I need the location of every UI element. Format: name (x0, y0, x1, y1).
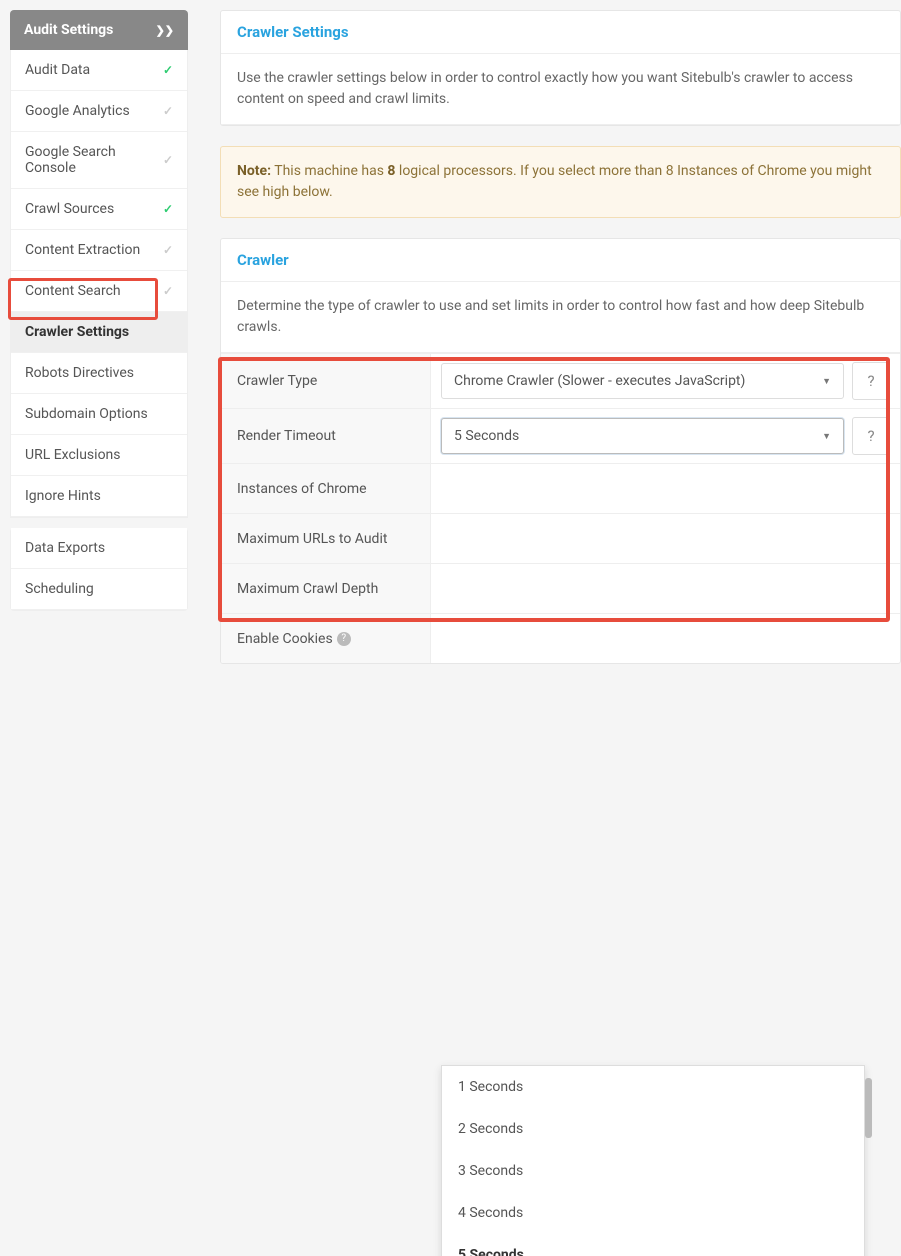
crawler-panel-title: Crawler (221, 239, 900, 282)
sidebar-item-label: Audit Data (25, 62, 90, 78)
sidebar-item-label: Google Analytics (25, 103, 130, 119)
sidebar-list-secondary: Data Exports Scheduling (10, 528, 188, 611)
sidebar-header[interactable]: Audit Settings ❯❯ (10, 10, 188, 50)
check-icon: ✓ (163, 63, 173, 77)
sidebar-item-label: Crawl Sources (25, 201, 114, 217)
sidebar-item-label: Subdomain Options (25, 406, 148, 422)
caret-down-icon: ▼ (822, 376, 831, 387)
sidebar-item-label: Content Search (25, 283, 121, 299)
panel-title: Crawler Settings (221, 11, 900, 54)
sidebar-header-label: Audit Settings (24, 22, 113, 38)
help-button[interactable]: ? (852, 362, 890, 400)
dropdown-item[interactable]: 4 Seconds (442, 1192, 864, 1234)
check-icon: ✓ (163, 284, 173, 298)
row-max-depth: Maximum Crawl Depth (221, 563, 900, 613)
dropdown-render-timeout[interactable]: 1 Seconds2 Seconds3 Seconds4 Seconds5 Se… (441, 1065, 865, 1256)
dropdown-item[interactable]: 2 Seconds (442, 1108, 864, 1150)
select-value: Chrome Crawler (Slower - executes JavaSc… (454, 373, 745, 389)
sidebar-item[interactable]: Data Exports (11, 528, 187, 569)
label-instances: Instances of Chrome (221, 464, 431, 513)
sidebar-item-label: Data Exports (25, 540, 105, 556)
sidebar-item-label: Crawler Settings (25, 324, 129, 340)
dropdown-item[interactable]: 5 Seconds (442, 1234, 864, 1256)
sidebar: Audit Settings ❯❯ Audit Data✓Google Anal… (0, 0, 198, 664)
row-instances: Instances of Chrome (221, 463, 900, 513)
row-max-urls: Maximum URLs to Audit (221, 513, 900, 563)
sidebar-item[interactable]: Audit Data ✓ (11, 50, 187, 91)
note-prefix: Note: (237, 163, 271, 179)
sidebar-item[interactable]: URL Exclusions (11, 435, 187, 476)
note-text-a: This machine has (271, 163, 387, 179)
label-max-depth: Maximum Crawl Depth (221, 564, 431, 613)
row-cookies: Enable Cookies ? (221, 613, 900, 663)
label-max-urls: Maximum URLs to Audit (221, 514, 431, 563)
chevron-down-icon: ❯❯ (156, 24, 174, 37)
sidebar-item[interactable]: Ignore Hints (11, 476, 187, 517)
select-render-timeout[interactable]: 5 Seconds ▼ (441, 418, 844, 454)
note-box: Note: This machine has 8 logical process… (220, 146, 901, 218)
sidebar-item[interactable]: Crawler Settings (11, 312, 187, 353)
sidebar-item-label: URL Exclusions (25, 447, 121, 463)
scrollbar[interactable] (865, 1078, 872, 1138)
panel-desc: Use the crawler settings below in order … (221, 54, 900, 125)
sidebar-item[interactable]: Crawl Sources ✓ (11, 189, 187, 230)
check-icon: ✓ (163, 243, 173, 257)
label-render-timeout: Render Timeout (221, 409, 431, 463)
sidebar-item[interactable]: Google Search Console✓ (11, 132, 187, 189)
main-content: Crawler Settings Use the crawler setting… (198, 0, 901, 664)
help-button[interactable]: ? (852, 417, 890, 455)
crawler-panel-desc: Determine the type of crawler to use and… (221, 282, 900, 353)
check-icon: ✓ (163, 104, 173, 118)
sidebar-item[interactable]: Google Analytics ✓ (11, 91, 187, 132)
dropdown-item[interactable]: 3 Seconds (442, 1150, 864, 1192)
sidebar-item-label: Google Search Console (25, 144, 163, 176)
sidebar-item[interactable]: Robots Directives (11, 353, 187, 394)
sidebar-item[interactable]: Subdomain Options (11, 394, 187, 435)
dropdown-item[interactable]: 1 Seconds (442, 1066, 864, 1108)
sidebar-item[interactable]: Content Search ✓ (11, 271, 187, 312)
select-value: 5 Seconds (454, 428, 519, 444)
sidebar-item-label: Robots Directives (25, 365, 134, 381)
panel-crawler: Crawler Determine the type of crawler to… (220, 238, 901, 664)
sidebar-item[interactable]: Content Extraction ✓ (11, 230, 187, 271)
check-icon: ✓ (163, 202, 173, 216)
row-crawler-type: Crawler Type Chrome Crawler (Slower - ex… (221, 353, 900, 408)
select-crawler-type[interactable]: Chrome Crawler (Slower - executes JavaSc… (441, 363, 844, 399)
caret-down-icon: ▼ (822, 431, 831, 442)
label-cookies: Enable Cookies ? (221, 614, 431, 663)
label-crawler-type: Crawler Type (221, 354, 431, 408)
sidebar-item[interactable]: Scheduling (11, 569, 187, 610)
sidebar-item-label: Scheduling (25, 581, 94, 597)
question-icon[interactable]: ? (337, 632, 351, 646)
sidebar-item-label: Ignore Hints (25, 488, 101, 504)
panel-crawler-settings: Crawler Settings Use the crawler setting… (220, 10, 901, 126)
sidebar-list-main: Audit Data✓Google Analytics✓Google Searc… (10, 50, 188, 518)
check-icon: ✓ (163, 153, 173, 167)
sidebar-item-label: Content Extraction (25, 242, 140, 258)
row-render-timeout: Render Timeout 5 Seconds ▼ ? (221, 408, 900, 463)
